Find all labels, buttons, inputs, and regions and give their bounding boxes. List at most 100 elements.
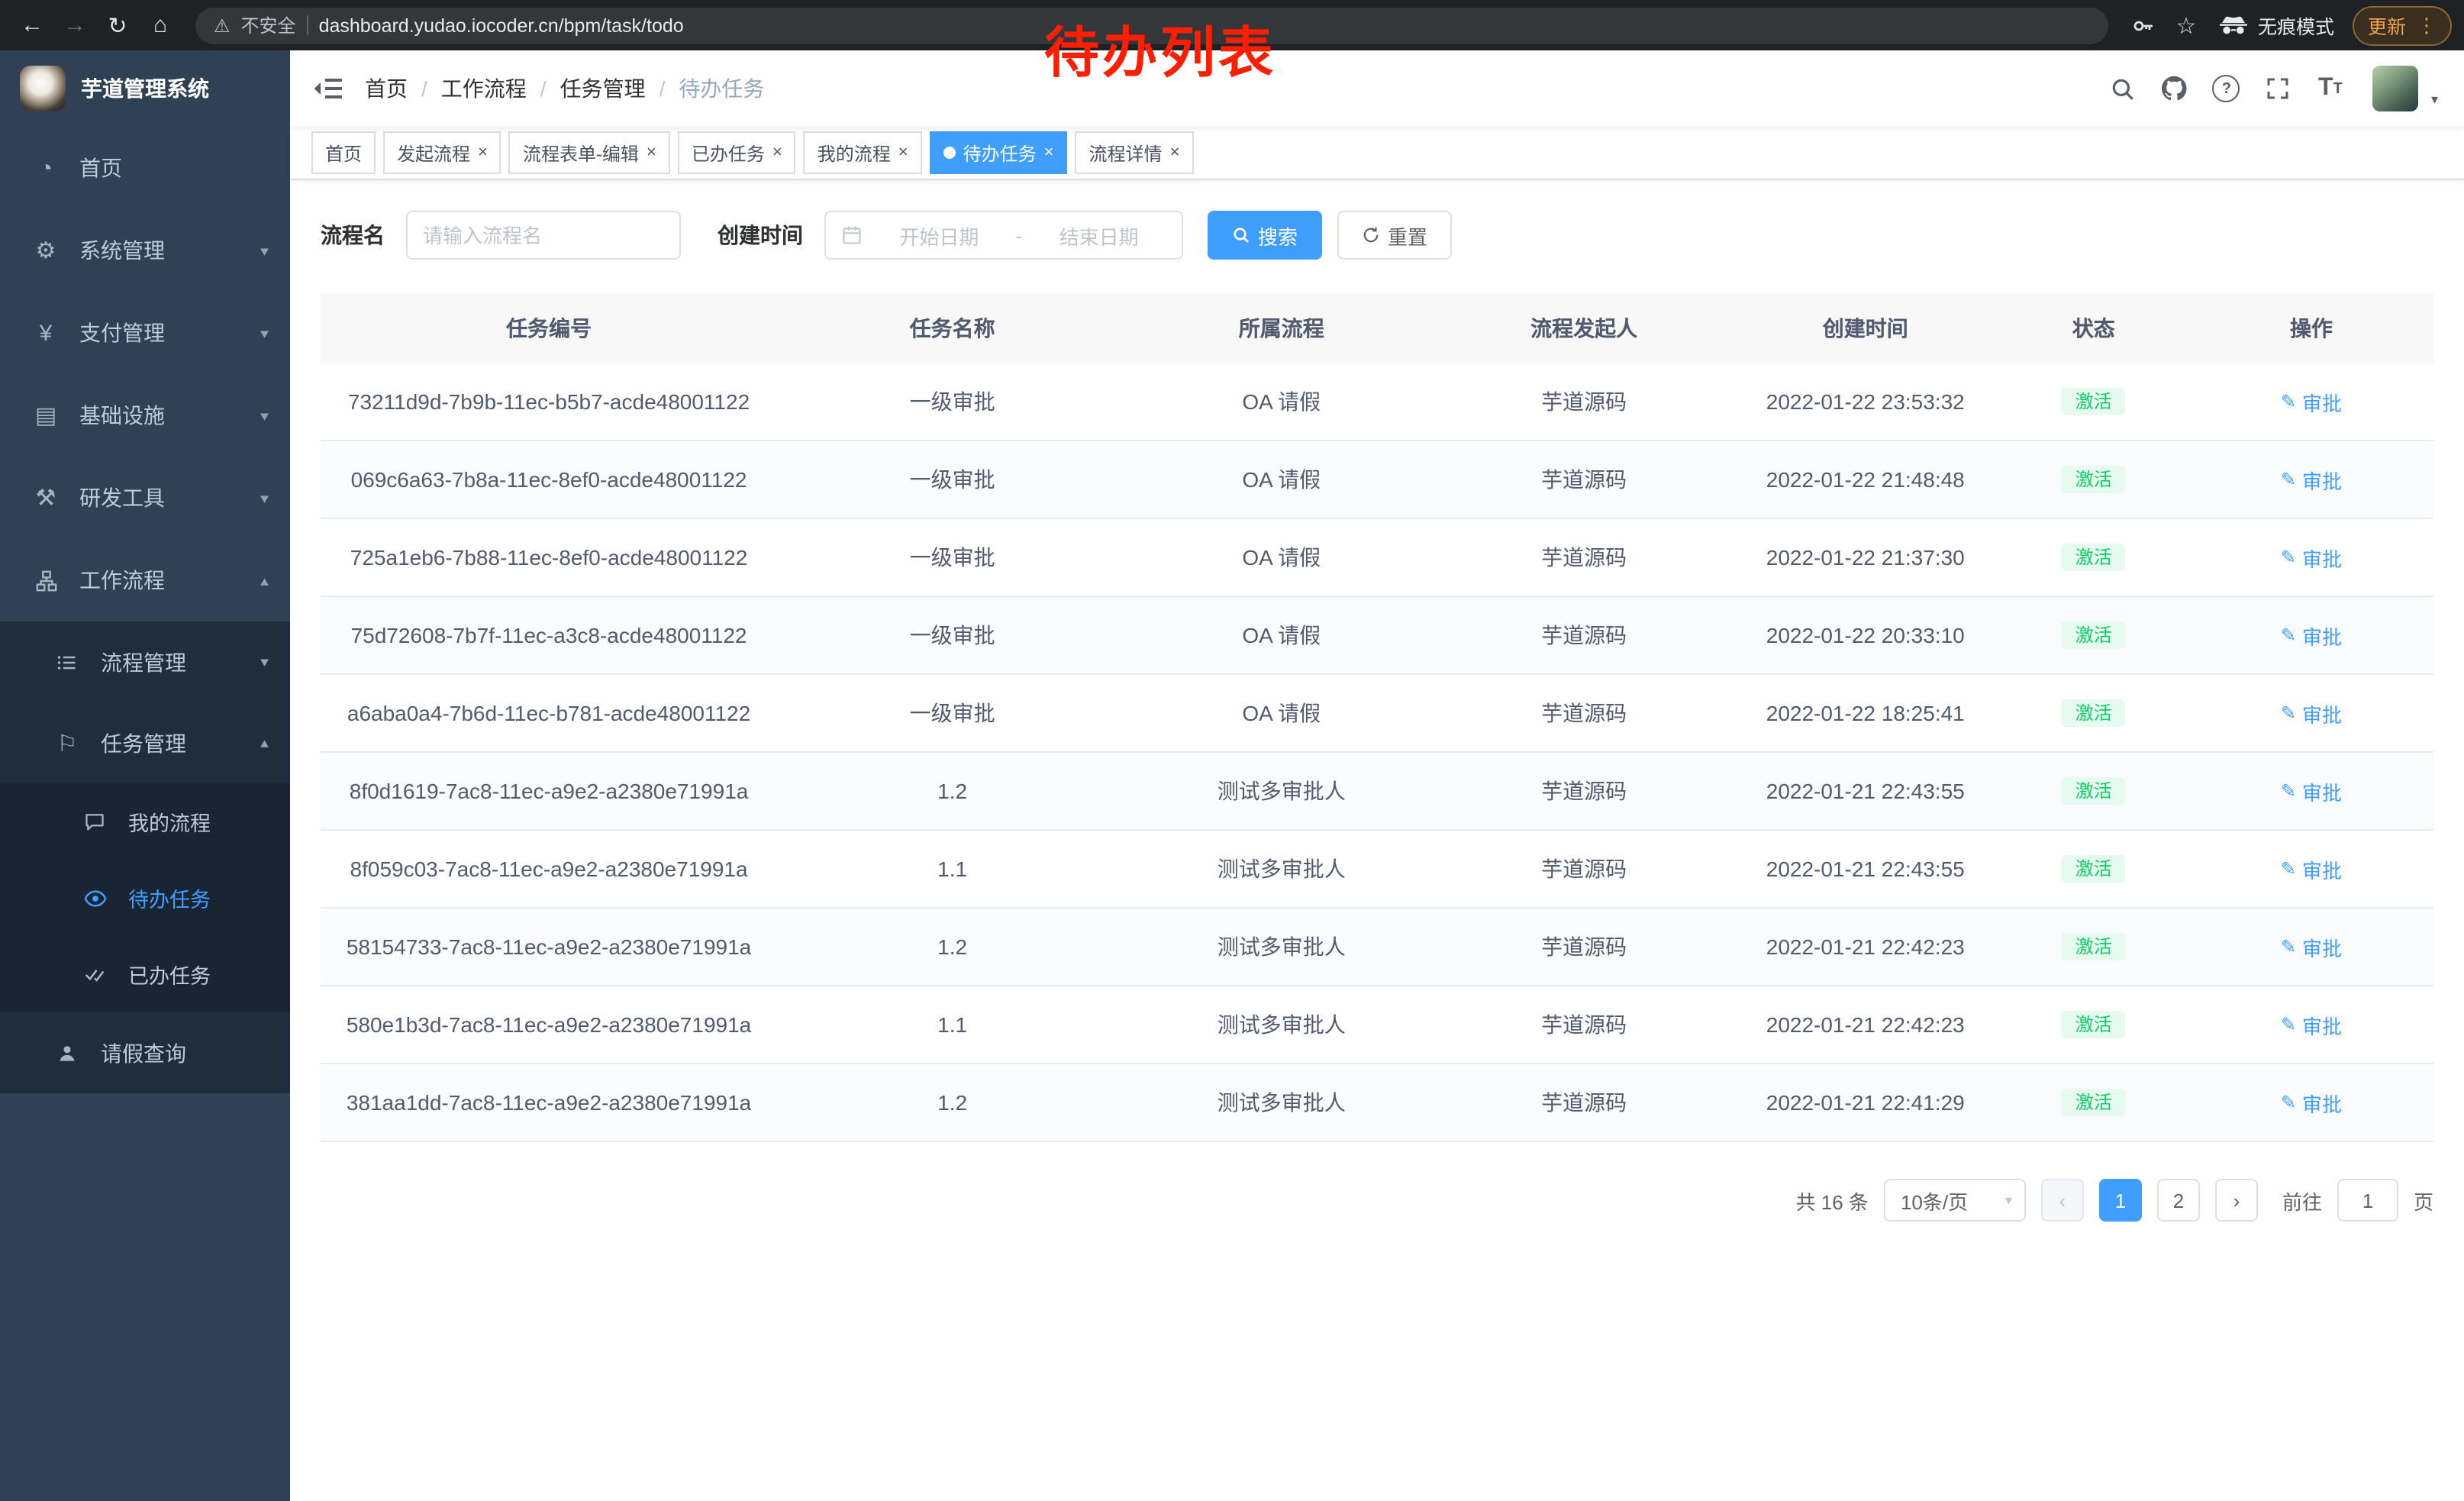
sidebar-item-payment[interactable]: ¥ 支付管理 ▾ xyxy=(0,292,290,374)
cell-process: OA 请假 xyxy=(1127,674,1435,752)
sidebar-item-home[interactable]: ◔ 首页 xyxy=(0,127,290,209)
breadcrumb-task-mgmt[interactable]: 任务管理 xyxy=(560,73,646,104)
menu-label: 待办任务 xyxy=(128,883,211,913)
home-icon[interactable]: ⌂ xyxy=(140,5,180,45)
sidebar-item-leave-query[interactable]: 请假查询 xyxy=(0,1012,290,1093)
tab-home[interactable]: 首页 xyxy=(311,131,376,174)
approve-link[interactable]: ✎审批 xyxy=(2281,387,2342,416)
approve-link[interactable]: ✎审批 xyxy=(2281,1010,2342,1039)
menu-label: 已办任务 xyxy=(128,959,211,989)
browser-menu-icon[interactable]: ⋮ xyxy=(2417,13,2437,37)
table-row: 8f059c03-7ac8-11ec-a9e2-a2380e71991a 1.1… xyxy=(321,830,2433,908)
menu-label: 我的流程 xyxy=(128,806,211,837)
breadcrumb: 首页 / 工作流程 / 任务管理 / 待办任务 xyxy=(365,73,764,104)
approve-link[interactable]: ✎审批 xyxy=(2281,854,2342,883)
close-icon[interactable]: × xyxy=(898,144,908,161)
approve-link[interactable]: ✎审批 xyxy=(2281,932,2342,961)
forward-icon[interactable]: → xyxy=(55,5,95,45)
close-icon[interactable]: × xyxy=(647,144,656,161)
sidebar-fold-icon[interactable] xyxy=(313,75,343,102)
avatar[interactable] xyxy=(2373,66,2419,111)
tab-form-edit[interactable]: 流程表单-编辑× xyxy=(509,131,670,174)
cell-status: 激活 xyxy=(1998,1064,2189,1141)
chevron-up-icon: ▴ xyxy=(260,734,269,751)
edit-icon: ✎ xyxy=(2281,858,2296,880)
cell-starter: 芋道源码 xyxy=(1435,830,1732,908)
cell-action: ✎审批 xyxy=(2189,441,2433,518)
sidebar-item-task-mgmt[interactable]: ⚐ 任务管理 ▴ xyxy=(0,702,290,783)
back-icon[interactable]: ← xyxy=(12,5,52,45)
page-button-1[interactable]: 1 xyxy=(2099,1179,2142,1222)
approve-link[interactable]: ✎审批 xyxy=(2281,543,2342,572)
sidebar-item-done-tasks[interactable]: 已办任务 xyxy=(0,936,290,1012)
sidebar-item-infra[interactable]: ▤ 基础设施 ▾ xyxy=(0,374,290,457)
page-size-select[interactable]: 10条/页 ▾ xyxy=(1884,1179,2026,1222)
process-name-input[interactable] xyxy=(406,211,681,260)
goto-page-input[interactable] xyxy=(2337,1179,2398,1222)
sidebar-item-devtools[interactable]: ⚒ 研发工具 ▾ xyxy=(0,457,290,539)
help-icon[interactable]: ? xyxy=(2205,67,2248,110)
sidebar-item-process-mgmt[interactable]: 流程管理 ▾ xyxy=(0,621,290,702)
page-button-2[interactable]: 2 xyxy=(2157,1179,2200,1222)
breadcrumb-workflow[interactable]: 工作流程 xyxy=(441,73,527,104)
update-button[interactable]: 更新 ⋮ xyxy=(2353,5,2452,45)
cell-process: 测试多审批人 xyxy=(1127,908,1435,986)
close-icon[interactable]: × xyxy=(478,144,488,161)
approve-link[interactable]: ✎审批 xyxy=(2281,465,2342,494)
sidebar-item-todo-tasks[interactable]: 待办任务 xyxy=(0,860,290,936)
approve-link[interactable]: ✎审批 xyxy=(2281,699,2342,728)
cell-created: 2022-01-21 22:42:23 xyxy=(1733,908,1998,986)
close-icon[interactable]: × xyxy=(772,144,782,161)
edit-icon: ✎ xyxy=(2281,547,2296,568)
page-content: 流程名 创建时间 开始日期 - 结束日期 搜索 xyxy=(290,180,2464,1501)
search-icon[interactable] xyxy=(2101,67,2144,110)
status-badge: 激活 xyxy=(2062,388,2126,415)
cell-starter: 芋道源码 xyxy=(1435,363,1732,441)
date-range-picker[interactable]: 开始日期 - 结束日期 xyxy=(824,211,1183,260)
sidebar-item-system[interactable]: ⚙ 系统管理 ▾ xyxy=(0,209,290,292)
app-title: 芋道管理系统 xyxy=(81,73,209,104)
tab-todo-tasks[interactable]: 待办任务× xyxy=(930,131,1068,174)
browser-chrome: ← → ↻ ⌂ ⚠ 不安全 dashboard.yudao.iocoder.cn… xyxy=(0,0,2464,50)
cell-starter: 芋道源码 xyxy=(1435,518,1732,596)
approve-link[interactable]: ✎审批 xyxy=(2281,1088,2342,1117)
reload-icon[interactable]: ↻ xyxy=(98,5,137,45)
list-icon xyxy=(52,651,82,673)
search-button[interactable]: 搜索 xyxy=(1208,211,1322,260)
cell-process: OA 请假 xyxy=(1127,596,1435,674)
tab-process-detail[interactable]: 流程详情× xyxy=(1076,131,1194,174)
cell-task-name: 1.2 xyxy=(777,752,1127,830)
app-logo-area[interactable]: 芋道管理系统 xyxy=(0,50,290,127)
approve-link[interactable]: ✎审批 xyxy=(2281,776,2342,805)
tab-start-process[interactable]: 发起流程× xyxy=(383,131,502,174)
status-badge: 激活 xyxy=(2062,466,2126,493)
next-page-button[interactable]: › xyxy=(2215,1179,2258,1222)
password-key-icon[interactable] xyxy=(2124,5,2163,45)
prev-page-button[interactable]: ‹ xyxy=(2041,1179,2084,1222)
breadcrumb-home[interactable]: 首页 xyxy=(365,73,408,104)
cell-task-name: 1.2 xyxy=(777,1064,1127,1141)
cell-process: 测试多审批人 xyxy=(1127,752,1435,830)
tab-done-tasks[interactable]: 已办任务× xyxy=(678,131,796,174)
bookmark-star-icon[interactable]: ☆ xyxy=(2166,5,2206,45)
process-name-label: 流程名 xyxy=(321,220,385,250)
close-icon[interactable]: × xyxy=(1170,144,1180,161)
tab-my-process[interactable]: 我的流程× xyxy=(804,131,922,174)
font-size-icon[interactable]: TT xyxy=(2309,67,2352,110)
table-row: 580e1b3d-7ac8-11ec-a9e2-a2380e71991a 1.1… xyxy=(321,986,2433,1064)
address-bar[interactable]: ⚠ 不安全 dashboard.yudao.iocoder.cn/bpm/tas… xyxy=(195,7,2108,44)
approve-link[interactable]: ✎审批 xyxy=(2281,621,2342,650)
end-date-placeholder: 结束日期 xyxy=(1031,221,1166,250)
sidebar-item-my-process[interactable]: 我的流程 xyxy=(0,783,290,860)
avatar-caret-icon[interactable]: ▾ xyxy=(2431,91,2438,108)
reset-button[interactable]: 重置 xyxy=(1337,211,1452,260)
status-badge: 激活 xyxy=(2062,699,2126,727)
cell-status: 激活 xyxy=(1998,986,2189,1064)
range-separator: - xyxy=(1016,224,1023,247)
fullscreen-icon[interactable] xyxy=(2257,67,2300,110)
task-table-body: 73211d9d-7b9b-11ec-b5b7-acde48001122 一级审… xyxy=(321,363,2433,1141)
close-icon[interactable]: × xyxy=(1044,144,1054,161)
chevron-down-icon: ▾ xyxy=(260,654,269,670)
sidebar-item-workflow[interactable]: 工作流程 ▴ xyxy=(0,539,290,621)
github-icon[interactable] xyxy=(2153,67,2196,110)
